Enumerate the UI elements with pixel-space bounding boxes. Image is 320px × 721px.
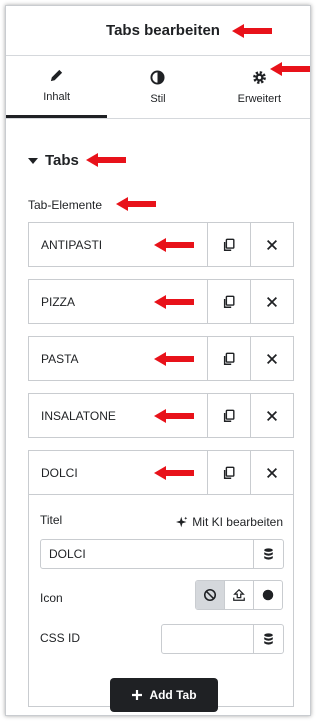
tab-content[interactable]: Inhalt xyxy=(6,56,108,118)
repeater-item-title[interactable]: PASTA xyxy=(29,337,207,380)
ai-edit-link[interactable]: Mit KI bearbeiten xyxy=(176,515,283,529)
repeater-item-title[interactable]: DOLCI xyxy=(29,451,207,494)
close-icon xyxy=(267,410,277,421)
repeater-item-editor: Titel Mit KI bearbeiten DOLCI Icon CSS I… xyxy=(28,495,294,707)
repeater-item[interactable]: INSALATONE xyxy=(28,393,294,438)
annotation-arrow xyxy=(154,409,194,423)
icon-library-option[interactable] xyxy=(253,581,282,609)
annotation-arrow xyxy=(154,352,194,366)
add-tab-label: Add Tab xyxy=(149,688,197,702)
repeater-item-label: INSALATONE xyxy=(41,408,116,423)
panel-header: Tabs bearbeiten xyxy=(6,6,310,56)
annotation-arrow xyxy=(116,197,156,211)
repeater-item-title[interactable]: ANTIPASTI xyxy=(29,223,207,266)
repeater-item-label: ANTIPASTI xyxy=(41,237,103,252)
plus-icon xyxy=(132,690,143,700)
title-input[interactable]: DOLCI xyxy=(40,539,284,569)
repeater-item[interactable]: PASTA xyxy=(28,336,294,381)
ban-icon xyxy=(203,588,217,602)
repeater-item-label: PIZZA xyxy=(41,294,76,309)
sparkle-icon xyxy=(176,516,188,528)
section-title: Tabs xyxy=(45,152,79,169)
panel-tabs: Inhalt Stil Erweitert xyxy=(6,56,310,119)
tab-content-label: Inhalt xyxy=(43,91,71,103)
duplicate-button[interactable] xyxy=(207,451,250,494)
repeater-item[interactable]: PIZZA xyxy=(28,279,294,324)
annotation-arrow xyxy=(86,153,126,167)
close-icon xyxy=(267,239,277,250)
tab-style-label: Stil xyxy=(150,92,166,105)
duplicate-button[interactable] xyxy=(207,394,250,437)
dynamic-tags-button[interactable] xyxy=(253,540,283,568)
css-id-field-label: CSS ID xyxy=(40,631,81,645)
circle-icon xyxy=(262,589,274,601)
tab-advanced-label: Erweitert xyxy=(237,92,282,105)
annotation-arrow xyxy=(232,24,272,38)
css-id-input[interactable] xyxy=(161,624,284,654)
editor-panel: Tabs bearbeiten Inhalt Stil Erweitert Ta… xyxy=(5,5,311,716)
database-icon xyxy=(264,548,273,560)
dynamic-tags-button[interactable] xyxy=(253,625,283,653)
repeater-item-title[interactable]: PIZZA xyxy=(29,280,207,323)
remove-button[interactable] xyxy=(250,223,293,266)
icon-upload-option[interactable] xyxy=(224,581,253,609)
duplicate-button[interactable] xyxy=(207,223,250,266)
remove-button[interactable] xyxy=(250,451,293,494)
duplicate-button[interactable] xyxy=(207,337,250,380)
tab-elements-label: Tab-Elemente xyxy=(28,198,103,212)
copy-icon xyxy=(223,238,235,251)
annotation-arrow xyxy=(270,62,310,76)
ai-edit-label: Mit KI bearbeiten xyxy=(192,515,283,529)
section-toggle-tabs[interactable]: Tabs xyxy=(28,152,79,169)
caret-down-icon xyxy=(28,157,38,164)
annotation-arrow xyxy=(154,238,194,252)
close-icon xyxy=(267,353,277,364)
pencil-icon xyxy=(51,69,63,82)
icon-none-option[interactable] xyxy=(196,581,224,609)
copy-icon xyxy=(223,466,235,479)
contrast-icon xyxy=(150,69,166,85)
repeater-item-label: DOLCI xyxy=(41,465,78,480)
icon-picker xyxy=(195,580,283,610)
gear-icon xyxy=(252,70,266,84)
remove-button[interactable] xyxy=(250,394,293,437)
repeater-item[interactable]: DOLCI xyxy=(28,450,294,495)
remove-button[interactable] xyxy=(250,337,293,380)
title-input-value: DOLCI xyxy=(49,547,86,561)
copy-icon xyxy=(223,295,235,308)
add-tab-button[interactable]: Add Tab xyxy=(110,678,218,712)
database-icon xyxy=(264,633,273,645)
duplicate-button[interactable] xyxy=(207,280,250,323)
tab-style[interactable]: Stil xyxy=(107,56,208,118)
upload-icon xyxy=(233,588,245,601)
repeater-item[interactable]: ANTIPASTI xyxy=(28,222,294,267)
remove-button[interactable] xyxy=(250,280,293,323)
copy-icon xyxy=(223,352,235,365)
close-icon xyxy=(267,467,277,478)
panel-title: Tabs bearbeiten xyxy=(106,22,220,39)
annotation-arrow xyxy=(154,466,194,480)
close-icon xyxy=(267,296,277,307)
copy-icon xyxy=(223,409,235,422)
annotation-arrow xyxy=(154,295,194,309)
icon-field-label: Icon xyxy=(40,591,63,605)
title-field-label: Titel xyxy=(40,513,63,527)
repeater-item-title[interactable]: INSALATONE xyxy=(29,394,207,437)
repeater-item-label: PASTA xyxy=(41,351,79,366)
